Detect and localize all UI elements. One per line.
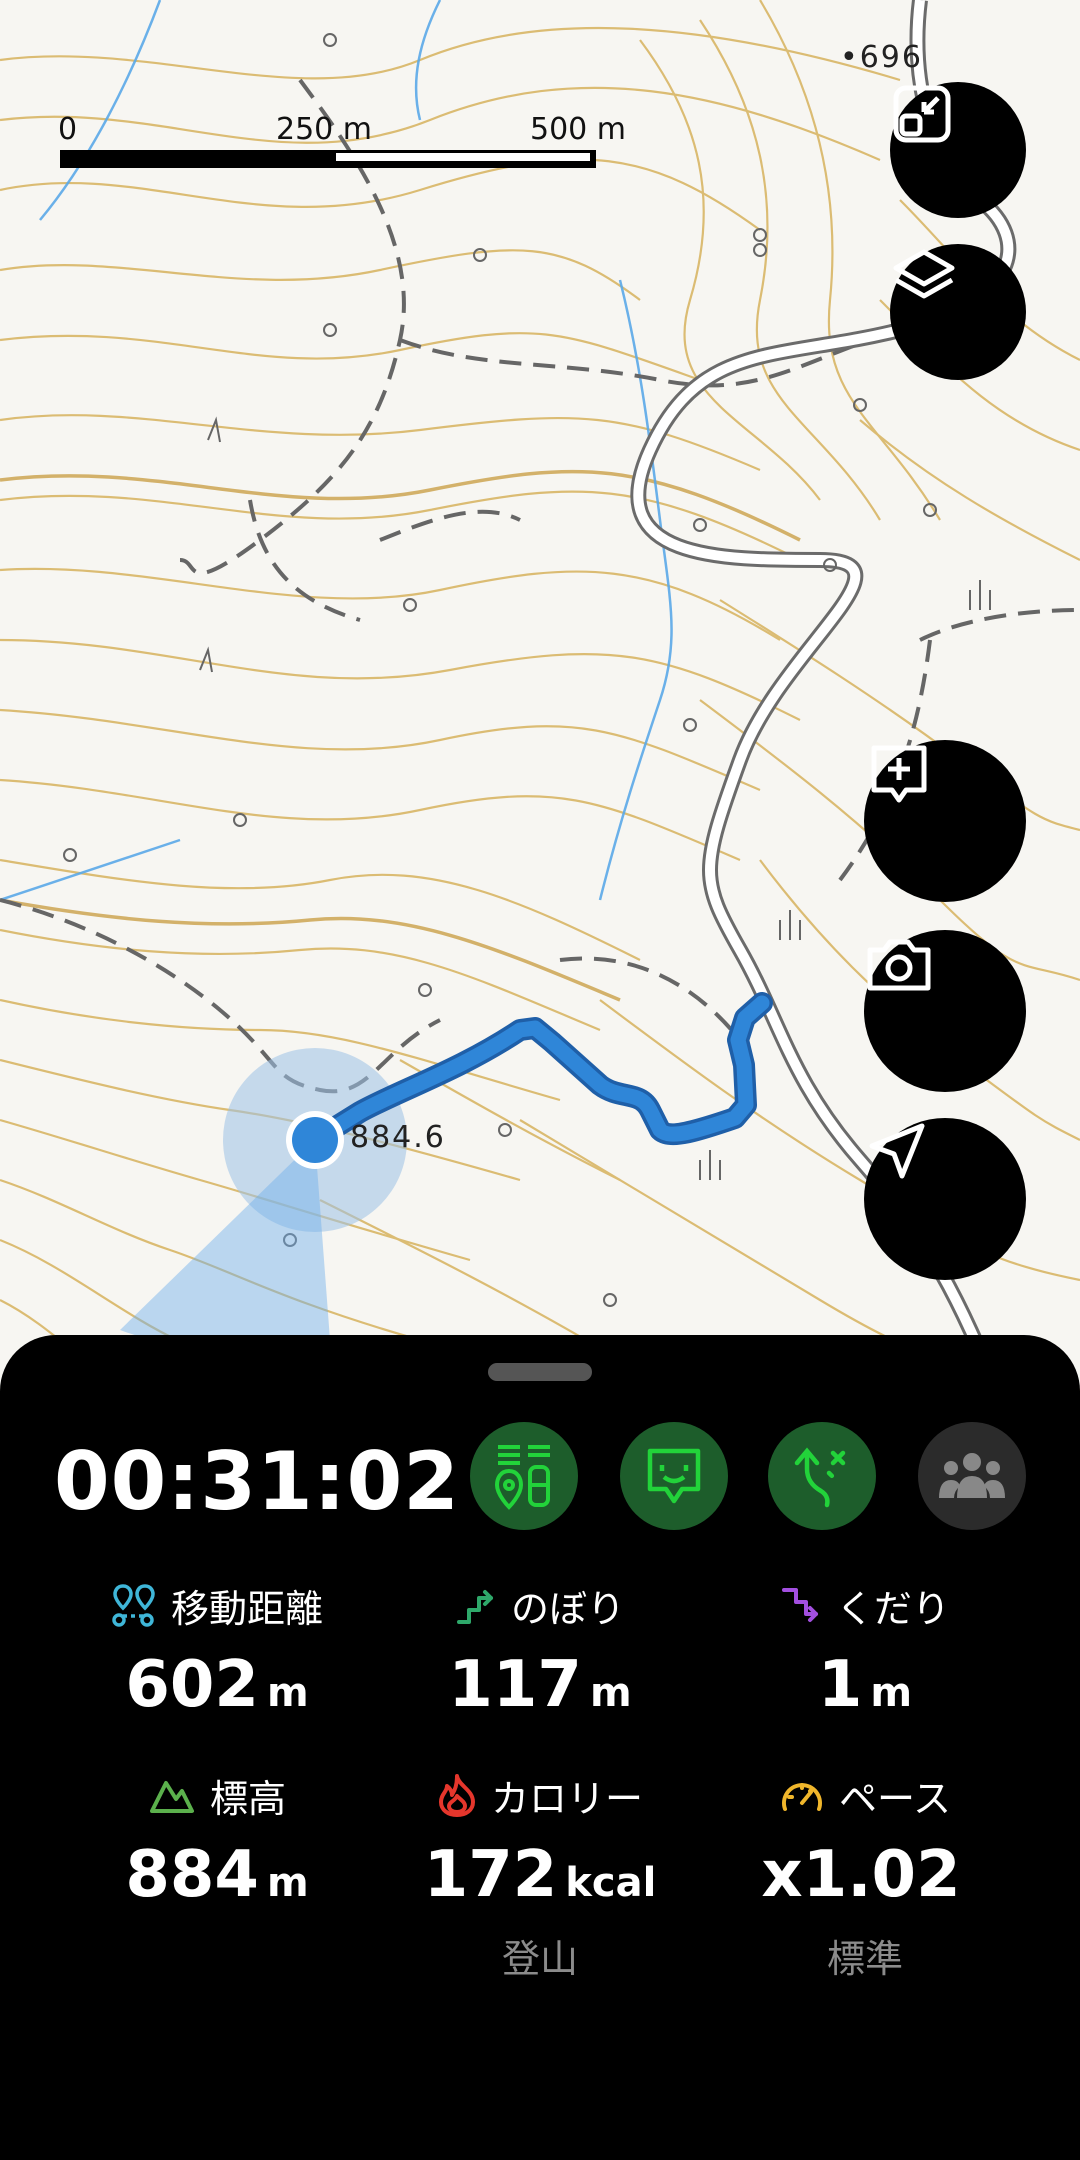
stat-value: 602 [125, 1648, 259, 1722]
stat-label: 移動距離 [170, 1586, 323, 1631]
fit-route-button[interactable] [890, 82, 1026, 218]
group-button[interactable] [918, 1422, 1026, 1530]
heading-cone [120, 1140, 330, 1353]
stat-value: 884 [125, 1838, 259, 1912]
mountain-icon [149, 1781, 194, 1813]
map-symbols [63, 33, 991, 1307]
stat-label: くだり [835, 1586, 950, 1631]
stat-unit: m [266, 1860, 309, 1906]
stat-descent: くだり 1m [700, 1580, 1030, 1722]
stat-unit: kcal [565, 1860, 657, 1906]
stat-distance: 移動距離 602 m [52, 1580, 382, 1722]
activity-panel: 00:31:02 移動距離 602 m のぼり 117 m くだり 1 m 標高… [0, 1335, 1080, 2160]
stat-value: 172 [423, 1838, 558, 1912]
distance-icon [112, 1584, 155, 1627]
fit-to-screen-icon [893, 85, 951, 143]
spot-height-label: 884.6 [350, 1120, 446, 1155]
scale-label-mid: 250 m [276, 112, 373, 147]
camera-button[interactable] [864, 930, 1026, 1092]
stat-label: ペース [838, 1776, 952, 1821]
ascent-icon [456, 1590, 493, 1624]
stat-unit: m [589, 1670, 632, 1716]
flame-icon [438, 1774, 475, 1817]
stat-unit: m [266, 1670, 309, 1716]
activity-type-label: 登山 [501, 1937, 578, 1981]
camera-icon [867, 939, 931, 991]
spot-height-label: •696 [840, 40, 923, 75]
speedometer-icon [781, 1783, 822, 1811]
group-icon [939, 1453, 1005, 1498]
hiker-gear-icon [494, 1445, 550, 1510]
descent-icon [781, 1588, 818, 1622]
stat-elevation: 標高 884 m [52, 1770, 382, 1913]
topographic-map[interactable]: 0 250 m 500 m •696 884.6 [0, 0, 1080, 1400]
navigation-arrow-icon [869, 1123, 925, 1179]
add-memo-button[interactable] [864, 740, 1026, 902]
stat-unit: m [870, 1670, 913, 1716]
elapsed-timer: 00:31:02 [54, 1435, 460, 1528]
drag-handle[interactable] [488, 1363, 592, 1381]
mountain-face-icon [647, 1448, 701, 1504]
stat-calories: カロリー 172 kcal 登山 [375, 1770, 705, 1983]
add-memo-icon [871, 745, 927, 803]
current-location-button[interactable] [864, 1118, 1026, 1280]
stat-value: 117 [448, 1648, 582, 1722]
layers-button[interactable] [890, 244, 1026, 380]
layers-icon [893, 249, 955, 299]
current-position-dot [292, 1117, 338, 1163]
stat-label: 標高 [209, 1776, 286, 1821]
stat-pace: ペース x1.02 標準 [700, 1770, 1030, 1983]
stat-label: カロリー [490, 1776, 643, 1821]
pace-level-label: 標準 [826, 1937, 903, 1981]
stat-value: 1 [817, 1648, 863, 1722]
stat-ascent: のぼり 117 m [375, 1580, 705, 1723]
route-guide-button[interactable] [768, 1422, 876, 1530]
gear-check-button[interactable] [470, 1422, 578, 1530]
route-branch-icon [794, 1447, 846, 1508]
character-button[interactable] [620, 1422, 728, 1530]
stat-label: のぼり [510, 1586, 625, 1631]
scale-label-end: 500 m [530, 112, 627, 147]
scale-label-zero: 0 [58, 112, 78, 147]
stat-value: x1.02 [761, 1838, 961, 1912]
